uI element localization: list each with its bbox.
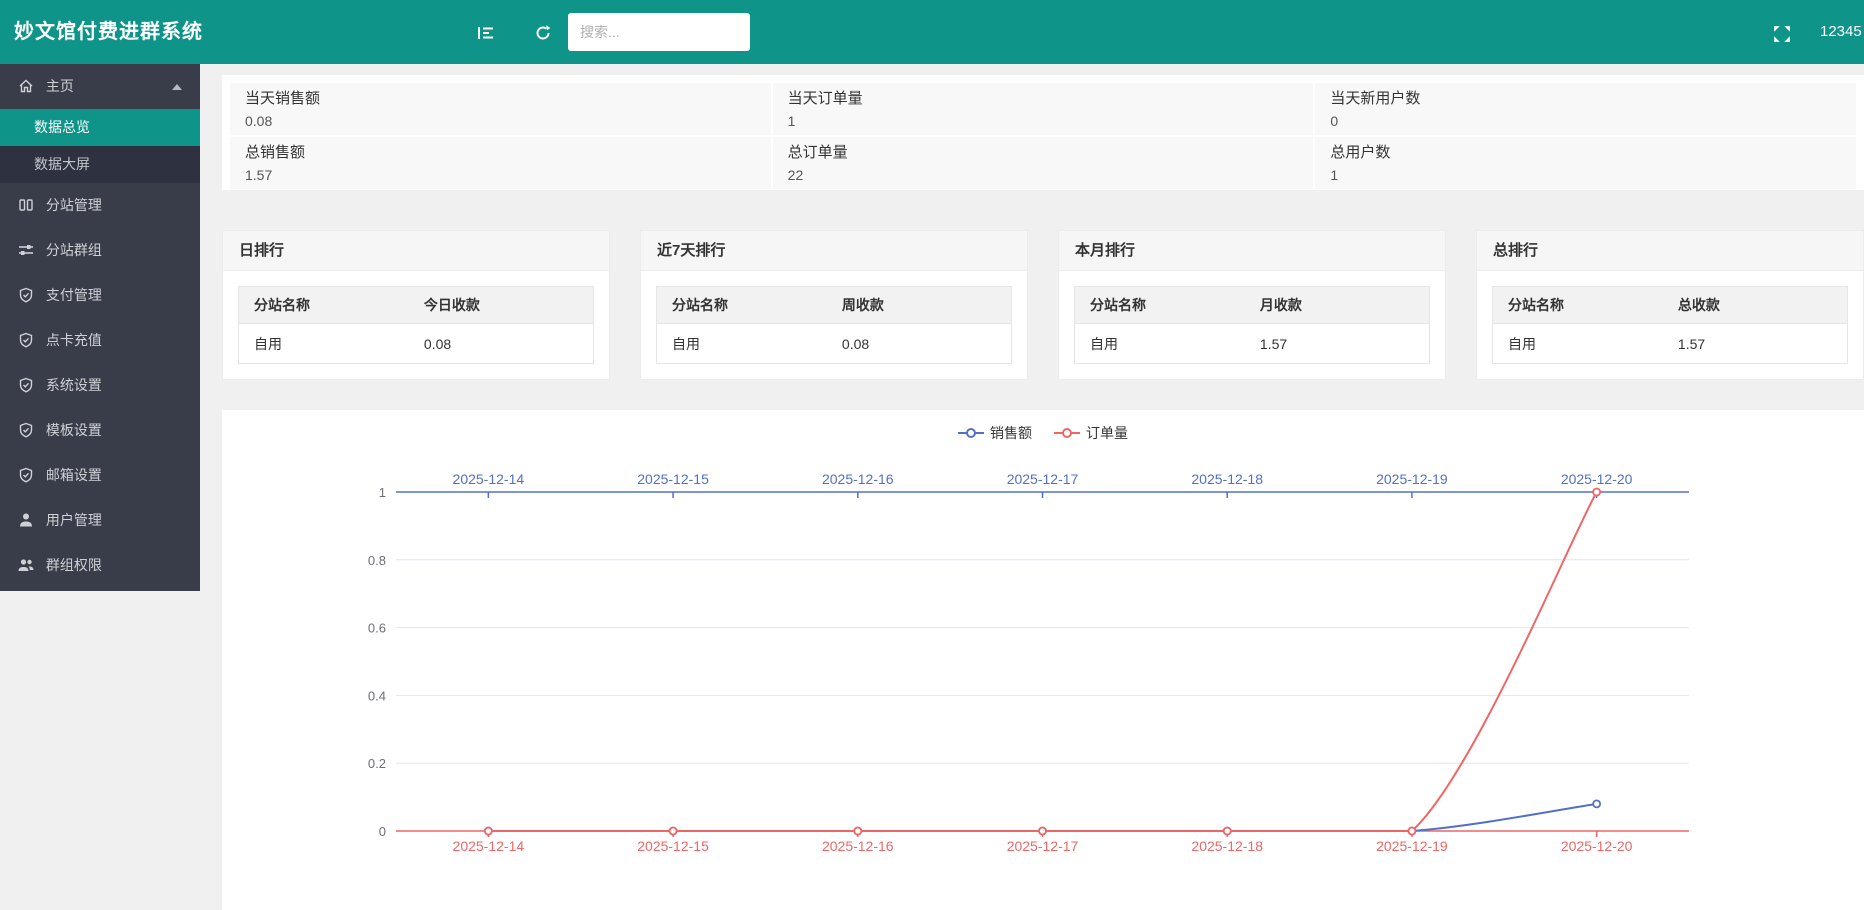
app-title: 妙文馆付费进群系统 [14, 0, 203, 64]
rank-table: 分站名称 月收款 自用 1.57 [1074, 286, 1430, 364]
svg-text:2025-12-17: 2025-12-17 [1007, 838, 1079, 854]
home-icon [18, 78, 34, 94]
legend-marker-orders [1054, 432, 1080, 434]
home-submenu: 数据总览 数据大屏 [0, 109, 200, 183]
rank-card-title: 本月排行 [1059, 231, 1445, 271]
column-header: 总收款 [1663, 287, 1847, 323]
shield-check-icon [18, 287, 34, 303]
svg-text:2025-12-15: 2025-12-15 [637, 471, 709, 487]
svg-text:2025-12-16: 2025-12-16 [822, 838, 894, 854]
stat-today-sales: 当天销售额 0.08 [230, 83, 771, 135]
column-header: 分站名称 [1075, 287, 1245, 323]
sidebar-item-payment-mgmt[interactable]: 支付管理 [0, 273, 200, 318]
user-icon [18, 512, 34, 528]
svg-text:2025-12-16: 2025-12-16 [822, 471, 894, 487]
refresh-icon[interactable] [534, 24, 552, 42]
collapse-sidebar-icon[interactable] [477, 24, 495, 42]
fullscreen-icon[interactable] [1773, 25, 1789, 41]
stat-today-new-users: 当天新用户数 0 [1315, 83, 1856, 135]
svg-text:2025-12-17: 2025-12-17 [1007, 471, 1079, 487]
rank-card-title: 日排行 [223, 231, 609, 271]
column-header: 分站名称 [239, 287, 409, 323]
stat-total-users: 总用户数 1 [1315, 137, 1856, 189]
svg-text:2025-12-18: 2025-12-18 [1191, 471, 1263, 487]
rank-card-total: 总排行 分站名称 总收款 自用 1.57 [1476, 230, 1864, 380]
sidebar-item-data-overview[interactable]: 数据总览 [0, 109, 200, 146]
svg-text:2025-12-19: 2025-12-19 [1376, 838, 1448, 854]
svg-text:0.4: 0.4 [368, 688, 386, 703]
legend-item-sales[interactable]: 销售额 [958, 423, 1032, 443]
svg-text:2025-12-15: 2025-12-15 [637, 838, 709, 854]
svg-text:2025-12-14: 2025-12-14 [453, 838, 525, 854]
table-row: 自用 1.57 [1493, 323, 1847, 363]
svg-text:1: 1 [379, 485, 386, 500]
column-header: 分站名称 [1493, 287, 1663, 323]
line-chart[interactable]: 0 0.2 0.4 0.6 0.8 1 2025-12-14 2025-12-14 2025-1… [222, 410, 1864, 910]
chevron-up-icon [172, 84, 182, 90]
sidebar-item-home[interactable]: 主页 [0, 64, 200, 109]
columns-icon [18, 197, 34, 213]
rank-table: 分站名称 总收款 自用 1.57 [1492, 286, 1848, 364]
sidebar-nav: 主页 数据总览 数据大屏 分站管理 分站群组 [0, 64, 200, 591]
sales-orders-chart-card: 销售额 订单量 0 0.2 0.4 0.6 0.8 1 2025-12-14 2025-12-… [222, 410, 1864, 910]
sidebar-item-user-mgmt[interactable]: 用户管理 [0, 498, 200, 543]
rank-card-daily: 日排行 分站名称 今日收款 自用 0.08 [222, 230, 610, 380]
stats-panel: 当天销售额 0.08 当天订单量 1 当天新用户数 0 总销售额 1.57 总订… [222, 75, 1864, 190]
svg-text:0.8: 0.8 [368, 553, 386, 568]
table-row: 自用 0.08 [657, 323, 1011, 363]
table-row: 自用 0.08 [239, 323, 593, 363]
legend-item-orders[interactable]: 订单量 [1054, 423, 1128, 443]
shield-check-icon [18, 377, 34, 393]
column-header: 周收款 [827, 287, 1011, 323]
stat-total-sales: 总销售额 1.57 [230, 137, 771, 189]
sidebar-item-mailbox-settings[interactable]: 邮箱设置 [0, 453, 200, 498]
sidebar-item-substation-groups[interactable]: 分站群组 [0, 228, 200, 273]
current-user[interactable]: 12345 [1820, 0, 1862, 64]
svg-text:2025-12-14: 2025-12-14 [453, 471, 525, 487]
main-content: 当天销售额 0.08 当天订单量 1 当天新用户数 0 总销售额 1.57 总订… [222, 64, 1864, 910]
rank-card-title: 总排行 [1477, 231, 1863, 271]
svg-text:0.6: 0.6 [368, 621, 386, 636]
svg-text:0: 0 [379, 824, 386, 839]
svg-text:2025-12-18: 2025-12-18 [1191, 838, 1263, 854]
column-header: 分站名称 [657, 287, 827, 323]
sidebar-item-data-screen[interactable]: 数据大屏 [0, 146, 200, 183]
rank-card-month: 本月排行 分站名称 月收款 自用 1.57 [1058, 230, 1446, 380]
rank-table: 分站名称 今日收款 自用 0.08 [238, 286, 594, 364]
search-input[interactable] [568, 13, 750, 51]
stat-total-orders: 总订单量 22 [773, 137, 1314, 189]
shield-check-icon [18, 332, 34, 348]
ranking-cards-row: 日排行 分站名称 今日收款 自用 0.08 近7天排行 分站名称 周收款 [222, 230, 1864, 380]
rank-table: 分站名称 周收款 自用 0.08 [656, 286, 1012, 364]
sidebar-item-card-recharge[interactable]: 点卡充值 [0, 318, 200, 363]
column-header: 今日收款 [409, 287, 593, 323]
sidebar-item-system-settings[interactable]: 系统设置 [0, 363, 200, 408]
shield-check-icon [18, 422, 34, 438]
sidebar-item-label: 主页 [46, 78, 74, 94]
app-header: 妙文馆付费进群系统 12345 [0, 0, 1864, 64]
svg-text:2025-12-20: 2025-12-20 [1561, 838, 1633, 854]
users-icon [18, 557, 34, 573]
column-header: 月收款 [1245, 287, 1429, 323]
svg-text:2025-12-19: 2025-12-19 [1376, 471, 1448, 487]
shield-check-icon [18, 467, 34, 483]
legend-marker-sales [958, 432, 984, 434]
table-row: 自用 1.57 [1075, 323, 1429, 363]
sidebar-item-group-permissions[interactable]: 群组权限 [0, 543, 200, 588]
stat-today-orders: 当天订单量 1 [773, 83, 1314, 135]
sidebar-item-template-settings[interactable]: 模板设置 [0, 408, 200, 453]
svg-text:2025-12-20: 2025-12-20 [1561, 471, 1633, 487]
sidebar-item-substation-mgmt[interactable]: 分站管理 [0, 183, 200, 228]
sliders-icon [18, 242, 34, 258]
chart-legend: 销售额 订单量 [222, 423, 1864, 443]
rank-card-7days: 近7天排行 分站名称 周收款 自用 0.08 [640, 230, 1028, 380]
svg-text:0.2: 0.2 [368, 756, 386, 771]
rank-card-title: 近7天排行 [641, 231, 1027, 271]
